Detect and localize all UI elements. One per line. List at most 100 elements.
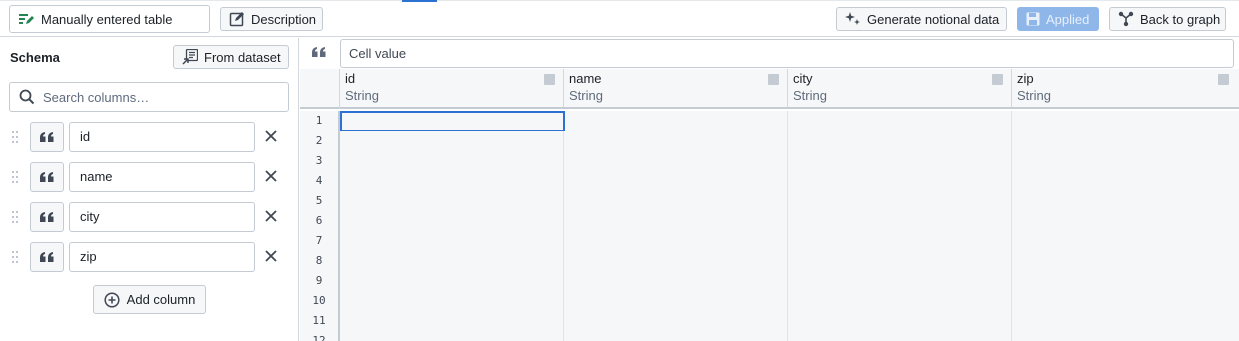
column-header[interactable]: id String [340, 69, 564, 107]
table-cell[interactable] [1012, 171, 1239, 191]
column-header[interactable]: zip String [1012, 69, 1239, 107]
table-cell[interactable] [564, 331, 788, 341]
table-cell[interactable] [340, 291, 564, 311]
close-icon[interactable] [264, 129, 278, 143]
table-cell[interactable] [564, 151, 788, 171]
table-cell[interactable] [788, 151, 1012, 171]
table-cell[interactable] [788, 111, 1012, 131]
table-cell[interactable] [564, 291, 788, 311]
column-name-field[interactable]: zip [69, 242, 255, 272]
back-to-graph-button[interactable]: Back to graph [1109, 7, 1226, 31]
table-cell[interactable] [564, 271, 788, 291]
table-row: 2 [300, 131, 1239, 151]
table-cell[interactable] [1012, 311, 1239, 331]
column-name-field[interactable]: city [69, 202, 255, 232]
table-cell[interactable] [788, 291, 1012, 311]
table-body: 1 2 3 4 5 6 7 8 9 10 11 12 [300, 111, 1239, 341]
table-cell[interactable] [340, 151, 564, 171]
table-cell[interactable] [788, 191, 1012, 211]
column-menu-icon[interactable] [1218, 74, 1229, 85]
column-type-button[interactable] [30, 162, 64, 192]
close-icon[interactable] [264, 249, 278, 263]
table-cell[interactable] [564, 251, 788, 271]
table-cell[interactable] [1012, 111, 1239, 131]
table-cell[interactable] [1012, 331, 1239, 341]
drag-handle-icon[interactable] [11, 250, 19, 264]
table-cell[interactable] [564, 131, 788, 151]
table-cell[interactable] [1012, 211, 1239, 231]
column-menu-icon[interactable] [768, 74, 779, 85]
table-cell[interactable] [564, 231, 788, 251]
applied-button[interactable]: Applied [1017, 7, 1099, 31]
table-cell[interactable] [1012, 291, 1239, 311]
drag-handle-icon[interactable] [11, 170, 19, 184]
table-cell[interactable] [788, 271, 1012, 291]
row-number: 4 [300, 171, 340, 191]
table-cell[interactable] [788, 311, 1012, 331]
search-icon [19, 89, 35, 105]
schema-column-row: id [0, 121, 299, 153]
column-type-button[interactable] [30, 202, 64, 232]
table-cell[interactable] [340, 171, 564, 191]
cell-value-bar: Cell value [300, 38, 1239, 69]
drag-handle-icon[interactable] [11, 130, 19, 144]
table-cell[interactable] [788, 331, 1012, 341]
from-dataset-button[interactable]: From dataset [173, 45, 289, 69]
table-cell[interactable] [564, 111, 788, 131]
add-column-button[interactable]: Add column [93, 285, 206, 314]
column-menu-icon[interactable] [992, 74, 1003, 85]
import-icon [182, 49, 198, 65]
table-cell[interactable] [564, 211, 788, 231]
table-cell[interactable] [340, 271, 564, 291]
table-cell[interactable] [788, 131, 1012, 151]
quote-icon [312, 47, 326, 57]
table-cell[interactable] [340, 311, 564, 331]
table-cell[interactable] [340, 251, 564, 271]
table-cell[interactable] [788, 171, 1012, 191]
table-cell[interactable] [340, 131, 564, 151]
drag-handle-icon[interactable] [11, 210, 19, 224]
table-cell[interactable] [788, 251, 1012, 271]
table-cell[interactable] [1012, 251, 1239, 271]
column-name-field[interactable]: id [69, 122, 255, 152]
table-name-text: Manually entered table [41, 11, 173, 27]
column-header-type: String [1017, 88, 1051, 103]
table-cell[interactable] [564, 171, 788, 191]
column-header-name: name [569, 71, 602, 86]
cell-value-input[interactable]: Cell value [340, 39, 1234, 68]
table-cell[interactable] [1012, 231, 1239, 251]
table-cell[interactable] [340, 191, 564, 211]
row-number: 10 [300, 291, 340, 311]
table-cell[interactable] [1012, 191, 1239, 211]
close-icon[interactable] [264, 169, 278, 183]
generate-notional-data-button[interactable]: Generate notional data [836, 7, 1007, 31]
table-cell[interactable] [564, 311, 788, 331]
column-menu-icon[interactable] [544, 74, 555, 85]
column-type-button[interactable] [30, 122, 64, 152]
table-row: 7 [300, 231, 1239, 251]
table-cell[interactable] [1012, 271, 1239, 291]
table-cell[interactable] [788, 231, 1012, 251]
top-border [0, 0, 1239, 1]
table-row: 9 [300, 271, 1239, 291]
row-number: 7 [300, 231, 340, 251]
column-header[interactable]: city String [788, 69, 1012, 107]
column-name-field[interactable]: name [69, 162, 255, 192]
table-name-field[interactable]: Manually entered table [9, 5, 210, 33]
table-cell[interactable] [1012, 131, 1239, 151]
table-editor: Cell value id String name String city St… [300, 38, 1239, 341]
table-row: 10 [300, 291, 1239, 311]
table-row: 3 [300, 151, 1239, 171]
column-type-button[interactable] [30, 242, 64, 272]
back-button-label: Back to graph [1140, 11, 1221, 27]
table-cell[interactable] [564, 191, 788, 211]
description-button[interactable]: Description [220, 7, 323, 31]
column-header[interactable]: name String [564, 69, 788, 107]
table-cell[interactable] [340, 231, 564, 251]
table-cell[interactable] [340, 331, 564, 341]
table-cell[interactable] [340, 211, 564, 231]
close-icon[interactable] [264, 209, 278, 223]
table-cell[interactable] [788, 211, 1012, 231]
search-columns-input[interactable]: Search columns… [9, 82, 289, 112]
table-cell[interactable] [1012, 151, 1239, 171]
